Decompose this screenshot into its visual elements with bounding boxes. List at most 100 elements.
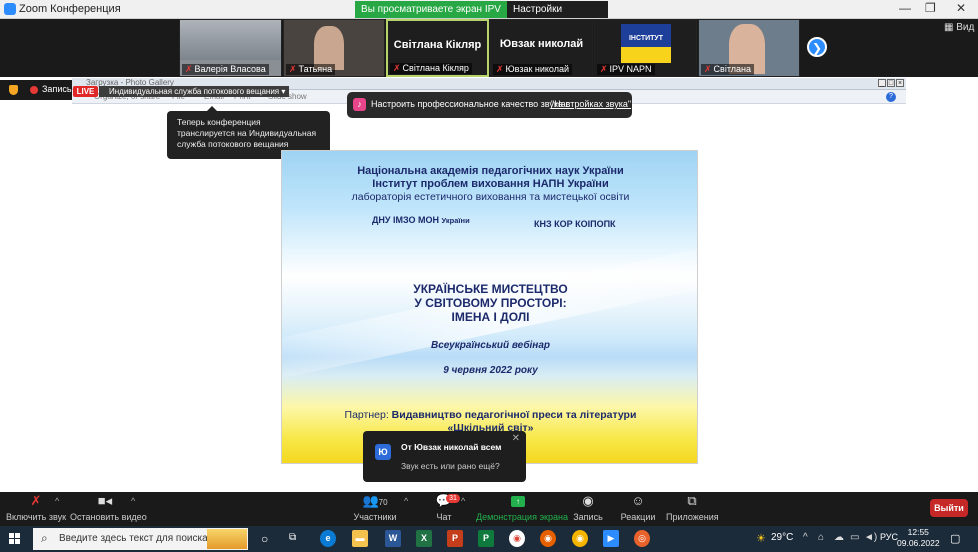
shield-icon <box>9 85 18 95</box>
participant-tile[interactable]: ІНСТИТУТ ✗ IPV NAPN <box>594 19 697 77</box>
app-icon[interactable]: ◎ <box>634 530 650 547</box>
slide-org-right: КНЗ КОР КОІПОПК <box>534 219 616 229</box>
weather-sun-icon: ☀ <box>756 533 766 545</box>
zoom-taskbar-icon[interactable]: ▶ <box>603 530 619 547</box>
task-view-icon[interactable]: ⧉ <box>289 532 296 543</box>
zoom-logo-icon <box>4 3 16 15</box>
participant-tile[interactable]: Ювзак николай ✗ Ювзак николай <box>490 19 593 77</box>
powerpoint-icon[interactable]: P <box>447 530 463 547</box>
slide-event-date: 9 червня 2022 року <box>443 365 538 376</box>
muted-mic-icon: ✗ <box>496 64 504 74</box>
system-clock[interactable]: 12:55 09.06.2022 <box>897 527 940 549</box>
muted-mic-icon: ✗ <box>185 64 193 74</box>
next-participants-button[interactable]: ❯ <box>807 37 827 57</box>
slide-partner: Партнер: Видавництво педагогічної преси … <box>344 409 637 421</box>
volume-icon[interactable]: ◄) <box>864 532 877 543</box>
participant-name: ✗ Світлана <box>701 64 754 75</box>
show-hidden-icons-icon[interactable]: ^ <box>803 532 808 543</box>
viewing-screen-label: Вы просматриваете экран IPV NAPN <box>355 1 507 32</box>
video-options-caret-icon[interactable]: ^ <box>131 496 135 506</box>
inner-minimize-icon: _ <box>878 79 886 87</box>
cortana-icon[interactable]: ○ <box>261 532 268 546</box>
slide-org-left: ДНУ ІМЗО МОН України <box>372 215 470 225</box>
slide-title-line3: ІМЕНА І ДОЛІ <box>451 310 530 324</box>
cloud-icon[interactable]: ☁ <box>834 532 844 543</box>
file-explorer-icon[interactable]: ▬ <box>352 530 368 547</box>
yandex-browser-icon[interactable]: ◉ <box>572 530 588 547</box>
recording-label: Запись <box>42 84 72 94</box>
apps-button[interactable]: ⧉ Приложения <box>666 492 719 526</box>
leave-meeting-button[interactable]: Выйти <box>930 499 968 517</box>
share-screen-button[interactable]: ↑ Демонстрация экрана <box>476 492 568 526</box>
participant-name: ✗ Валерія Власова <box>182 64 269 75</box>
reactions-button[interactable]: ☺ Реакции <box>620 492 656 526</box>
search-icon: ⌕ <box>41 531 48 545</box>
participant-tile[interactable]: ✗ Світлана <box>698 19 800 77</box>
participant-display-name: Світлана Кікляр <box>393 39 482 51</box>
audio-settings-link[interactable]: "Настройках звука" <box>551 99 631 109</box>
presentation-slide: Національна академія педагогічних наук У… <box>281 150 698 464</box>
participant-tile-active-speaker[interactable]: Світлана Кікляр ✗ Світлана Кікляр <box>386 19 489 77</box>
maximize-button[interactable]: ❐ <box>925 1 936 15</box>
chat-notification[interactable]: ✕ Ю От Ювзак николай всем Звук есть или … <box>363 431 526 482</box>
participant-tile[interactable]: ✗ Валерія Власова <box>179 19 282 77</box>
search-highlight-image <box>207 529 247 549</box>
chrome-icon[interactable]: ◉ <box>509 530 525 547</box>
chat-caret-icon[interactable]: ^ <box>461 496 465 506</box>
live-stream-service-dropdown[interactable]: Индивидуальная служба потокового вещания… <box>99 86 289 97</box>
close-button[interactable]: ✕ <box>956 1 966 15</box>
publisher-icon[interactable]: P <box>478 530 494 547</box>
slide-line-laboratory: лабораторія естетичного виховання та мис… <box>351 191 630 203</box>
live-badge: LIVE <box>73 86 98 97</box>
battery-icon[interactable]: ▭ <box>850 532 859 543</box>
muted-mic-icon: ✗ <box>289 64 297 74</box>
network-icon[interactable]: ⌂ <box>818 532 824 543</box>
participant-tile[interactable]: ✗ Татьяна <box>283 19 385 77</box>
slide-line-institute: Інститут проблем виховання НАПН України <box>372 178 609 190</box>
stop-video-button[interactable]: ■◂ Остановить видео <box>70 492 147 526</box>
music-note-icon: ♪ <box>353 98 366 111</box>
emoji-icon: ☺ <box>631 493 645 508</box>
windows-taskbar: ⌕ Введите здесь текст для поиска ○ ⧉ e ▬… <box>0 526 978 552</box>
notifications-icon[interactable]: ▢ <box>950 532 960 545</box>
audio-options-caret-icon[interactable]: ^ <box>55 496 59 506</box>
participant-name: ✗ Татьяна <box>286 64 336 75</box>
windows-start-icon[interactable] <box>9 533 21 545</box>
weather-temperature[interactable]: 29°C <box>771 532 793 543</box>
record-button[interactable]: ◉ Запись <box>570 492 606 526</box>
muted-mic-icon: ✗ <box>600 64 608 74</box>
record-dot-icon <box>30 86 38 94</box>
minimize-button[interactable]: — <box>899 1 911 15</box>
word-icon[interactable]: W <box>385 530 401 547</box>
participants-button[interactable]: 👥70 Участники <box>350 492 400 526</box>
window-title: Zoom Конференция <box>19 3 121 15</box>
audio-tip-text: Настроить профессиональное качество звук… <box>371 99 571 109</box>
participant-name: ✗ Ювзак николай <box>493 64 573 75</box>
share-screen-icon: ↑ <box>476 492 560 510</box>
chat-sender: От Ювзак николай всем <box>401 442 502 452</box>
recording-indicator[interactable]: Запись <box>0 80 72 100</box>
flag-stripe <box>621 47 671 63</box>
excel-icon[interactable]: X <box>416 530 432 547</box>
firefox-icon[interactable]: ◉ <box>540 530 556 547</box>
participant-name: ✗ Світлана Кікляр <box>390 63 472 74</box>
participants-caret-icon[interactable]: ^ <box>404 496 408 506</box>
unread-chat-badge: 31 <box>446 494 460 503</box>
institute-logo: ІНСТИТУТ <box>621 24 671 47</box>
close-icon[interactable]: ✕ <box>512 433 520 444</box>
muted-mic-icon: ✗ <box>704 64 712 74</box>
view-options-button[interactable]: Настройки просмотра ▾ <box>507 1 608 32</box>
meeting-toolbar: ✗ Включить звук ^ ■◂ Остановить видео ^ … <box>0 492 978 526</box>
participants-icon: 👥70 <box>362 493 388 508</box>
sender-avatar: Ю <box>375 444 391 460</box>
view-layout-button[interactable]: ▦ Вид <box>944 22 974 33</box>
chat-message: Звук есть или рано ещё? <box>401 461 500 471</box>
input-language[interactable]: РУС <box>880 532 898 542</box>
slide-title-line1: УКРАЇНСЬКЕ МИСТЕЦТВО <box>413 282 568 296</box>
screen-share-banner: Вы просматриваете экран IPV NAPN Настрой… <box>355 1 608 32</box>
inner-maximize-icon: □ <box>887 79 895 87</box>
video-camera-icon: ■◂ <box>97 493 113 508</box>
record-icon: ◉ <box>582 493 594 508</box>
apps-icon: ⧉ <box>687 493 697 508</box>
edge-browser-icon[interactable]: e <box>320 530 336 547</box>
